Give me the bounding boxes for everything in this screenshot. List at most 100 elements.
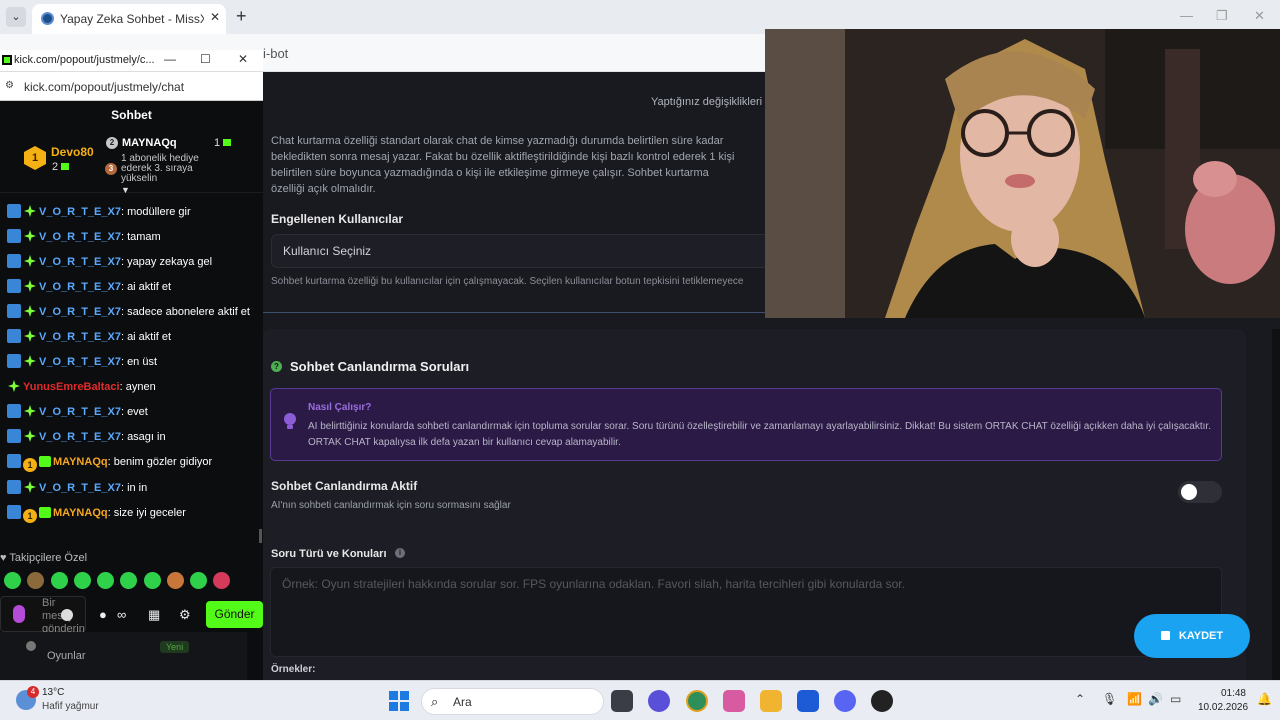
- moderator-badge-icon[interactable]: [7, 329, 21, 343]
- moderator-badge-icon[interactable]: [7, 454, 21, 468]
- emote-icon[interactable]: [97, 572, 114, 589]
- weather-temperature[interactable]: 13°C: [42, 687, 64, 698]
- emote-icon[interactable]: [190, 572, 207, 589]
- vip-badge-icon[interactable]: [23, 254, 37, 268]
- moderator-badge-icon[interactable]: [7, 254, 21, 268]
- battery-icon[interactable]: ▭: [1170, 692, 1181, 706]
- emote-icon[interactable]: [27, 572, 44, 589]
- vip-badge-icon[interactable]: [23, 404, 37, 418]
- chat-username[interactable]: V_O_R_T_E_X7: [39, 281, 121, 293]
- chat-username[interactable]: V_O_R_T_E_X7: [39, 482, 121, 494]
- leader-2-name[interactable]: MAYNAQq: [122, 137, 177, 149]
- chat-message[interactable]: V_O_R_T_E_X7: ai aktif et: [0, 275, 258, 300]
- collapse-leaderboard-icon[interactable]: ▼: [121, 185, 130, 195]
- moderator-badge-icon[interactable]: [7, 404, 21, 418]
- microphone-icon[interactable]: [13, 605, 25, 623]
- volume-icon[interactable]: 🔊: [1148, 692, 1163, 706]
- chat-username[interactable]: V_O_R_T_E_X7: [39, 406, 121, 418]
- chat-message[interactable]: 1 MAYNAQq: benim gözler gidiyor: [0, 450, 258, 476]
- chat-scrollbar[interactable]: [259, 529, 262, 543]
- store-icon[interactable]: ▦: [148, 607, 160, 623]
- moderator-badge-icon[interactable]: [7, 279, 21, 293]
- chat-message[interactable]: 1 MAYNAQq: size iyi geceler: [0, 501, 258, 527]
- chat-username[interactable]: V_O_R_T_E_X7: [39, 206, 121, 218]
- show-hidden-icons-button[interactable]: ⌃: [1075, 692, 1085, 706]
- save-button[interactable]: KAYDET: [1134, 614, 1250, 658]
- vip-badge-icon[interactable]: [23, 304, 37, 318]
- chat-message-input[interactable]: Bir mesaj gönderin: [0, 596, 86, 635]
- info-icon[interactable]: i: [395, 548, 405, 558]
- chat-message[interactable]: V_O_R_T_E_X7: yapay zekaya gel: [0, 250, 258, 275]
- copilot-icon[interactable]: [723, 690, 745, 712]
- chat-username[interactable]: V_O_R_T_E_X7: [39, 231, 121, 243]
- moderator-badge-icon[interactable]: [7, 480, 21, 494]
- moderator-badge-icon[interactable]: [7, 429, 21, 443]
- emote-icon[interactable]: [167, 572, 184, 589]
- system-clock[interactable]: 01:48 10.02.2026: [1198, 687, 1248, 715]
- chat-message[interactable]: V_O_R_T_E_X7: sadece abonelere aktif et: [0, 300, 258, 325]
- app-icon[interactable]: [871, 690, 893, 712]
- gift-badge-icon[interactable]: [39, 507, 51, 518]
- vip-badge-icon[interactable]: [23, 354, 37, 368]
- vip-badge-icon[interactable]: [23, 329, 37, 343]
- minimize-window-button[interactable]: —: [1180, 8, 1193, 23]
- page-scrollbar[interactable]: [1272, 329, 1280, 680]
- chat-message[interactable]: V_O_R_T_E_X7: ai aktif et: [0, 325, 258, 350]
- chat-message[interactable]: V_O_R_T_E_X7: en üst: [0, 350, 258, 375]
- infinity-icon[interactable]: ∞: [117, 607, 126, 622]
- vip-badge-icon[interactable]: [23, 279, 37, 293]
- copilot-chat-icon[interactable]: [648, 690, 670, 712]
- chrome-icon[interactable]: [686, 690, 708, 712]
- vip-badge-icon[interactable]: [23, 480, 37, 494]
- people-icon[interactable]: ●: [99, 607, 107, 622]
- wifi-icon[interactable]: 📶: [1127, 692, 1142, 706]
- question-topics-textarea[interactable]: Örnek: Oyun stratejileri hakkında sorula…: [270, 567, 1222, 657]
- chat-username[interactable]: MAYNAQq: [53, 456, 108, 468]
- chat-username[interactable]: MAYNAQq: [53, 507, 108, 519]
- moderator-badge-icon[interactable]: [7, 229, 21, 243]
- blocked-users-select[interactable]: Kullanıcı Seçiniz: [271, 234, 776, 268]
- notification-bell-icon[interactable]: 🔔: [1257, 692, 1272, 706]
- chat-message[interactable]: YunusEmreBaltaci: aynen: [0, 375, 258, 400]
- moderator-badge-icon[interactable]: [7, 505, 21, 519]
- store-app-icon[interactable]: [797, 690, 819, 712]
- chat-username[interactable]: V_O_R_T_E_X7: [39, 306, 121, 318]
- gift-badge-icon[interactable]: [39, 456, 51, 467]
- taskbar-search[interactable]: ⌕ Ara: [421, 688, 604, 715]
- task-view-icon[interactable]: [611, 690, 633, 712]
- chat-username[interactable]: V_O_R_T_E_X7: [39, 331, 121, 343]
- chat-message[interactable]: V_O_R_T_E_X7: in in: [0, 476, 258, 501]
- browser-tab-active[interactable]: Yapay Zeka Sohbet - MissXss AI ✕: [32, 4, 226, 34]
- vip-badge-icon[interactable]: [23, 229, 37, 243]
- send-button[interactable]: Gönder: [206, 601, 263, 628]
- vip-badge-icon[interactable]: [23, 204, 37, 218]
- file-explorer-icon[interactable]: [760, 690, 782, 712]
- settings-gear-icon[interactable]: ⚙: [179, 607, 191, 623]
- top-gifter-badge-icon[interactable]: 1: [23, 509, 37, 523]
- moderator-badge-icon[interactable]: [7, 304, 21, 318]
- popout-maximize-button[interactable]: ☐: [200, 52, 211, 66]
- emote-icon[interactable]: [51, 572, 68, 589]
- emote-icon[interactable]: [120, 572, 137, 589]
- moderator-badge-icon[interactable]: [7, 354, 21, 368]
- discord-icon[interactable]: [834, 690, 856, 712]
- close-tab-icon[interactable]: ✕: [210, 10, 220, 24]
- revive-active-toggle[interactable]: [1178, 481, 1222, 503]
- chat-username[interactable]: V_O_R_T_E_X7: [39, 256, 121, 268]
- chat-message[interactable]: V_O_R_T_E_X7: modüllere gir: [0, 200, 258, 225]
- chat-username[interactable]: V_O_R_T_E_X7: [39, 356, 121, 368]
- site-settings-icon[interactable]: ⚙: [5, 80, 14, 91]
- underlying-sidebar-item[interactable]: Oyunlar Yeni: [0, 632, 247, 680]
- weather-description[interactable]: Hafif yağmur: [42, 701, 99, 712]
- chat-username[interactable]: V_O_R_T_E_X7: [39, 431, 121, 443]
- address-bar-fragment[interactable]: i-bot: [263, 46, 288, 61]
- start-button[interactable]: [389, 691, 409, 711]
- new-tab-button[interactable]: +: [236, 6, 247, 27]
- top-gifter-badge-icon[interactable]: 1: [23, 458, 37, 472]
- microphone-tray-icon[interactable]: 🎙: [1102, 692, 1117, 706]
- chat-message[interactable]: V_O_R_T_E_X7: asagı in: [0, 425, 258, 450]
- tab-list-dropdown[interactable]: ⌄: [6, 7, 26, 27]
- chat-username[interactable]: YunusEmreBaltaci: [23, 381, 120, 393]
- popout-minimize-button[interactable]: —: [164, 52, 176, 66]
- emote-icon[interactable]: [4, 572, 21, 589]
